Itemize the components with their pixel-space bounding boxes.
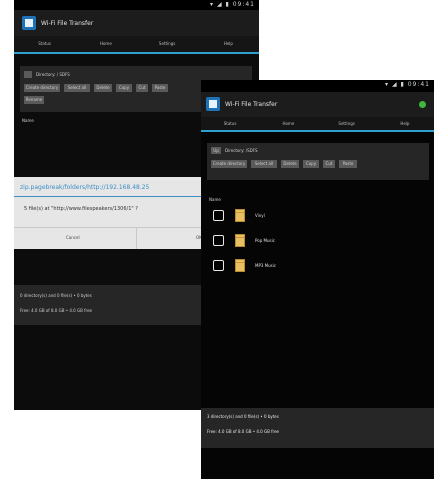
server-status-icon: [419, 101, 426, 108]
tab-help[interactable]: Help: [198, 36, 259, 52]
dialog-message: 5 file(s) at "http://www.filespeakers/13…: [24, 206, 138, 212]
dialog-button-separator: [136, 227, 137, 249]
tab-status[interactable]: Status: [14, 36, 75, 52]
tab-home[interactable]: Home: [75, 36, 136, 52]
status-icons: ▾ ◢ ▮ 09:41: [210, 1, 255, 8]
tab-status[interactable]: Status: [201, 117, 259, 130]
name-column-header: Name: [22, 118, 34, 123]
item-checkbox[interactable]: [213, 235, 224, 246]
app-logo-icon: [22, 16, 36, 30]
folder-icon: [235, 259, 245, 272]
app-title: Wi-Fi File Transfer: [225, 101, 278, 108]
footer-free-space: Free: 4.0 GB of 8.0 GB • 4.0 GB free: [207, 429, 279, 434]
footer-summary: 3 directory(s) and 0 file(s) • 0 bytes: [207, 414, 279, 419]
item-checkbox[interactable]: [213, 260, 224, 271]
select-all-button[interactable]: Select all: [251, 160, 277, 168]
directory-label: Directory: / SDFS: [36, 72, 70, 77]
footer-free-space: Free: 4.0 GB of 8.0 GB • 4.0 GB free: [20, 308, 92, 313]
folder-icon: [235, 234, 245, 247]
status-bar: ▾ ◢ ▮ 09:41: [201, 80, 434, 92]
tab-bar: Status Home Settings Help: [14, 36, 259, 52]
cut-button[interactable]: Cut: [323, 160, 335, 168]
foreground-phone-screen: ▾ ◢ ▮ 09:41 Wi-Fi File Transfer Status H…: [201, 80, 434, 479]
cut-button[interactable]: Cut: [136, 84, 148, 92]
tab-settings[interactable]: Settings: [137, 36, 198, 52]
copy-button[interactable]: Copy: [303, 160, 319, 168]
footer-panel: 3 directory(s) and 0 file(s) • 0 bytes F…: [201, 408, 434, 448]
create-directory-button[interactable]: Create directory: [211, 160, 247, 168]
rename-button[interactable]: Rename: [24, 96, 44, 104]
delete-button[interactable]: Delete: [94, 84, 112, 92]
up-button[interactable]: Up: [211, 147, 221, 154]
footer-summary: 0 directory(s) and 0 file(s) • 0 bytes: [20, 293, 92, 298]
dialog-cancel-button[interactable]: Cancel: [66, 235, 80, 240]
list-item[interactable]: MP3 Music: [255, 263, 276, 268]
tab-bar: Status Home Settings Help: [201, 117, 434, 130]
list-item[interactable]: Pop Music: [255, 238, 275, 243]
app-title: Wi-Fi File Transfer: [41, 20, 94, 27]
app-bar: Wi-Fi File Transfer: [14, 10, 259, 36]
tab-indicator: [201, 130, 434, 132]
tab-help[interactable]: Help: [376, 117, 434, 130]
directory-label: Directory: /SDFS: [225, 148, 258, 153]
toolbar-panel: Up Directory: /SDFS Create directory Sel…: [207, 143, 429, 180]
create-directory-button[interactable]: Create directory: [24, 84, 60, 92]
tab-indicator: [14, 52, 259, 54]
copy-button[interactable]: Copy: [116, 84, 132, 92]
status-bar: ▾ ◢ ▮ 09:41: [14, 0, 259, 10]
tab-home[interactable]: Home: [259, 117, 317, 130]
app-logo-icon: [206, 97, 220, 111]
delete-button[interactable]: Delete: [281, 160, 299, 168]
item-checkbox[interactable]: [213, 210, 224, 221]
select-all-button[interactable]: Select all: [64, 84, 90, 92]
status-icons: ▾ ◢ ▮ 09:41: [385, 81, 430, 88]
up-button[interactable]: [24, 71, 32, 78]
paste-button[interactable]: Paste: [339, 160, 357, 168]
dialog-title: zip.pagebreak/folders/http://192.168.48.…: [20, 184, 150, 191]
list-item[interactable]: Vinyl: [255, 213, 265, 218]
name-column-header: Name: [209, 197, 221, 202]
folder-icon: [235, 209, 245, 222]
app-bar: Wi-Fi File Transfer: [201, 92, 434, 117]
paste-button[interactable]: Paste: [152, 84, 168, 92]
tab-settings[interactable]: Settings: [318, 117, 376, 130]
